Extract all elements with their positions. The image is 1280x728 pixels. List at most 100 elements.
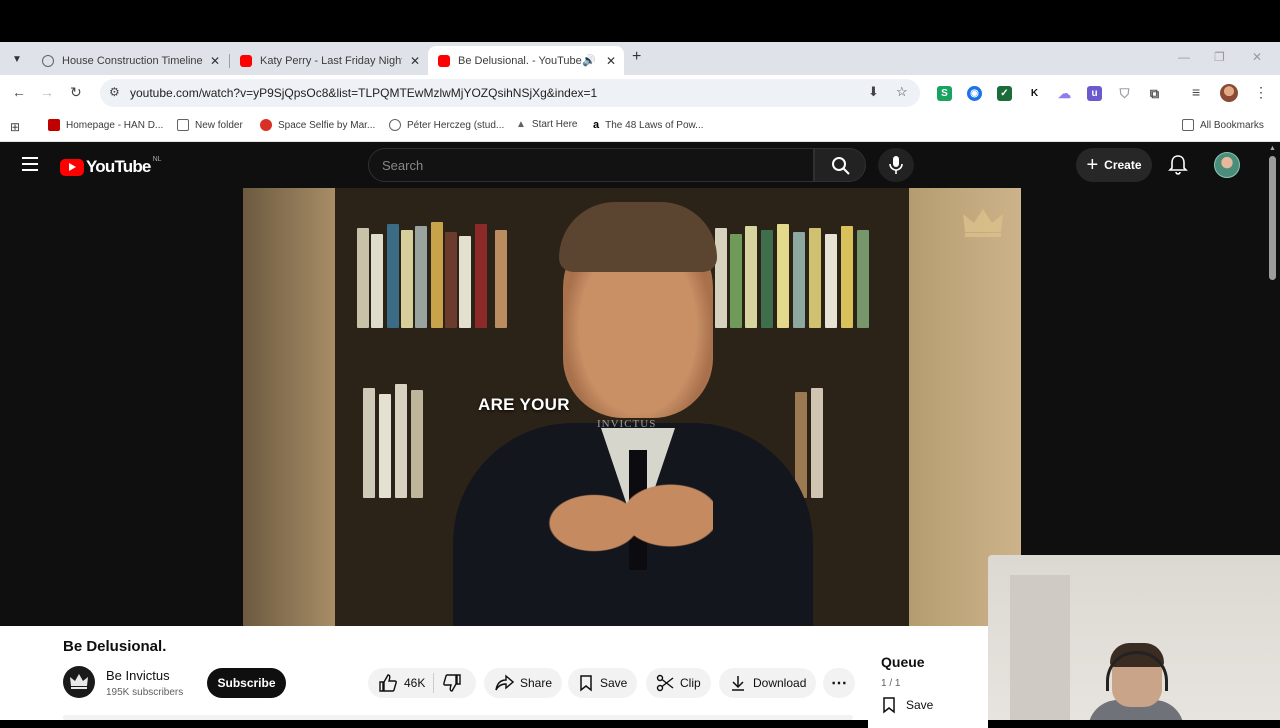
bookmark-new-folder[interactable]: New folder bbox=[177, 119, 243, 131]
forward-icon[interactable]: → bbox=[40, 84, 54, 100]
download-icon bbox=[732, 676, 744, 691]
speaker-hair bbox=[559, 202, 717, 272]
bookmark-homepage[interactable]: Homepage - HAN D... bbox=[48, 119, 163, 131]
video-player[interactable]: ARE YOUR INVICTUS bbox=[243, 188, 1021, 626]
more-actions-icon[interactable]: ⋯ bbox=[823, 668, 855, 698]
amazon-icon: a bbox=[593, 119, 600, 131]
search-icon bbox=[832, 157, 850, 175]
tab-search-dropdown-icon[interactable]: ▼ bbox=[6, 49, 28, 69]
globe-icon bbox=[42, 54, 54, 67]
circle-extension-icon[interactable]: ◉ bbox=[967, 86, 982, 101]
profile-avatar[interactable] bbox=[1220, 84, 1238, 102]
share-button[interactable]: Share bbox=[484, 668, 563, 698]
search-button[interactable] bbox=[814, 148, 866, 182]
cloud-extension-icon[interactable]: ☁ bbox=[1057, 86, 1072, 101]
like-dislike-group: 46K bbox=[368, 668, 476, 698]
share-label: Share bbox=[520, 676, 553, 690]
crown-watermark-icon bbox=[963, 209, 1003, 237]
bookmark-icon bbox=[883, 697, 895, 714]
close-tab-icon[interactable]: ✕ bbox=[410, 54, 420, 68]
queue-panel: Queue 1 / 1 Save bbox=[868, 638, 988, 728]
webcam-background-door bbox=[1010, 575, 1070, 720]
globe-icon bbox=[389, 119, 401, 131]
subscribe-button[interactable]: Subscribe bbox=[207, 668, 286, 698]
account-avatar[interactable] bbox=[1214, 152, 1240, 178]
save-label: Save bbox=[600, 676, 628, 690]
check-extension-icon[interactable]: ✓ bbox=[997, 86, 1012, 101]
youtube-header: YouTube NL Search + Create bbox=[0, 142, 1266, 188]
bookmark-space-selfie[interactable]: Space Selfie by Mar... bbox=[260, 119, 375, 131]
hamburger-menu-icon[interactable] bbox=[22, 157, 38, 175]
close-tab-icon[interactable]: ✕ bbox=[606, 54, 616, 68]
triangle-icon: ▲ bbox=[516, 119, 526, 130]
clip-button[interactable]: Clip bbox=[646, 668, 711, 698]
tab-be-delusional[interactable]: Be Delusional. - YouTube 🔊 ✕ bbox=[428, 46, 624, 75]
bookmark-48-laws[interactable]: a The 48 Laws of Pow... bbox=[593, 119, 704, 131]
bookmark-label: The 48 Laws of Pow... bbox=[605, 119, 704, 131]
folder-icon bbox=[177, 119, 189, 131]
notifications-bell-icon[interactable] bbox=[1168, 154, 1188, 176]
k-extension-icon[interactable]: K bbox=[1027, 86, 1042, 101]
reading-list-icon[interactable]: ≡ bbox=[1192, 84, 1200, 100]
subscribe-label: Subscribe bbox=[217, 676, 276, 690]
queue-title: Queue bbox=[881, 654, 925, 670]
shield-extension-icon[interactable]: ⛉ bbox=[1117, 86, 1132, 101]
scroll-up-icon[interactable]: ▲ bbox=[1269, 145, 1276, 152]
download-label: Download bbox=[753, 676, 807, 690]
clip-label: Clip bbox=[680, 676, 701, 690]
new-tab-button[interactable]: + bbox=[632, 48, 641, 66]
youtube-play-icon bbox=[60, 158, 84, 176]
menu-icon[interactable]: ⋮ bbox=[1254, 84, 1268, 101]
tab-katy-perry[interactable]: Katy Perry - Last Friday Night (T ✕ bbox=[230, 46, 428, 75]
download-button[interactable]: Download bbox=[719, 668, 817, 698]
channel-name[interactable]: Be Invictus bbox=[106, 668, 170, 683]
site-info-icon[interactable]: ⚙ bbox=[109, 85, 120, 99]
queue-save-label: Save bbox=[906, 698, 934, 712]
minimize-icon[interactable]: — bbox=[1178, 50, 1190, 64]
bookmark-label: Start Here bbox=[531, 119, 578, 130]
speaker-icon[interactable]: 🔊 bbox=[582, 54, 596, 67]
extensions-puzzle-icon[interactable]: ⧉ bbox=[1147, 86, 1162, 101]
close-tab-icon[interactable]: ✕ bbox=[210, 54, 220, 68]
tab-title: Katy Perry - Last Friday Night (T bbox=[260, 54, 402, 67]
bookmark-star-icon[interactable]: ☆ bbox=[896, 84, 908, 100]
video-watermark: INVICTUS bbox=[597, 418, 657, 430]
url-text[interactable]: youtube.com/watch?v=yP9SjQpsOc8&list=TLP… bbox=[130, 86, 597, 100]
thumbs-up-icon bbox=[379, 674, 397, 692]
video-left-panel bbox=[243, 188, 335, 626]
voice-search-button[interactable] bbox=[878, 148, 914, 182]
thumbs-down-icon[interactable] bbox=[442, 673, 462, 693]
speaker-hands bbox=[543, 448, 713, 598]
s-extension-icon[interactable]: S bbox=[937, 86, 952, 101]
search-placeholder: Search bbox=[382, 158, 424, 173]
queue-save-button[interactable]: Save bbox=[881, 696, 933, 714]
bookmark-icon bbox=[580, 675, 592, 692]
video-title: Be Delusional. bbox=[63, 638, 167, 655]
bookmark-label: Péter Herczeg (stud... bbox=[407, 119, 505, 131]
window-close-icon[interactable]: ✕ bbox=[1252, 50, 1262, 64]
tab-house-construction[interactable]: House Construction Timeline ✕ bbox=[32, 46, 228, 75]
create-button[interactable]: + Create bbox=[1076, 148, 1152, 182]
youtube-wordmark: YouTube bbox=[86, 157, 151, 176]
channel-avatar[interactable] bbox=[63, 666, 95, 698]
u-extension-icon[interactable]: u bbox=[1087, 86, 1102, 101]
webcam-overlay bbox=[988, 555, 1280, 720]
bookmark-start-here[interactable]: ▲ Start Here bbox=[516, 119, 577, 130]
country-code: NL bbox=[152, 155, 162, 163]
bookmark-all-bookmarks[interactable]: All Bookmarks bbox=[1182, 119, 1264, 131]
reload-icon[interactable]: ↻ bbox=[70, 84, 82, 101]
youtube-logo[interactable]: YouTube NL bbox=[60, 155, 162, 177]
install-app-icon[interactable]: ⬇ bbox=[868, 84, 879, 100]
restore-icon[interactable]: ❐ bbox=[1214, 50, 1225, 64]
save-button[interactable]: Save bbox=[568, 668, 638, 698]
create-label: Create bbox=[1104, 158, 1142, 172]
back-icon[interactable]: ← bbox=[12, 84, 26, 100]
address-bar[interactable]: ⚙ youtube.com/watch?v=yP9SjQpsOc8&list=T… bbox=[100, 79, 920, 107]
bookmark-peter-herczeg[interactable]: Péter Herczeg (stud... bbox=[389, 119, 504, 131]
search-input[interactable]: Search bbox=[368, 148, 814, 182]
folder-icon bbox=[1182, 119, 1194, 131]
like-button[interactable]: 46K bbox=[378, 673, 425, 693]
apps-grid-icon[interactable]: ⊞ bbox=[10, 120, 20, 134]
space-selfie-favicon-icon bbox=[260, 119, 272, 131]
scrollbar-thumb[interactable] bbox=[1269, 156, 1276, 280]
